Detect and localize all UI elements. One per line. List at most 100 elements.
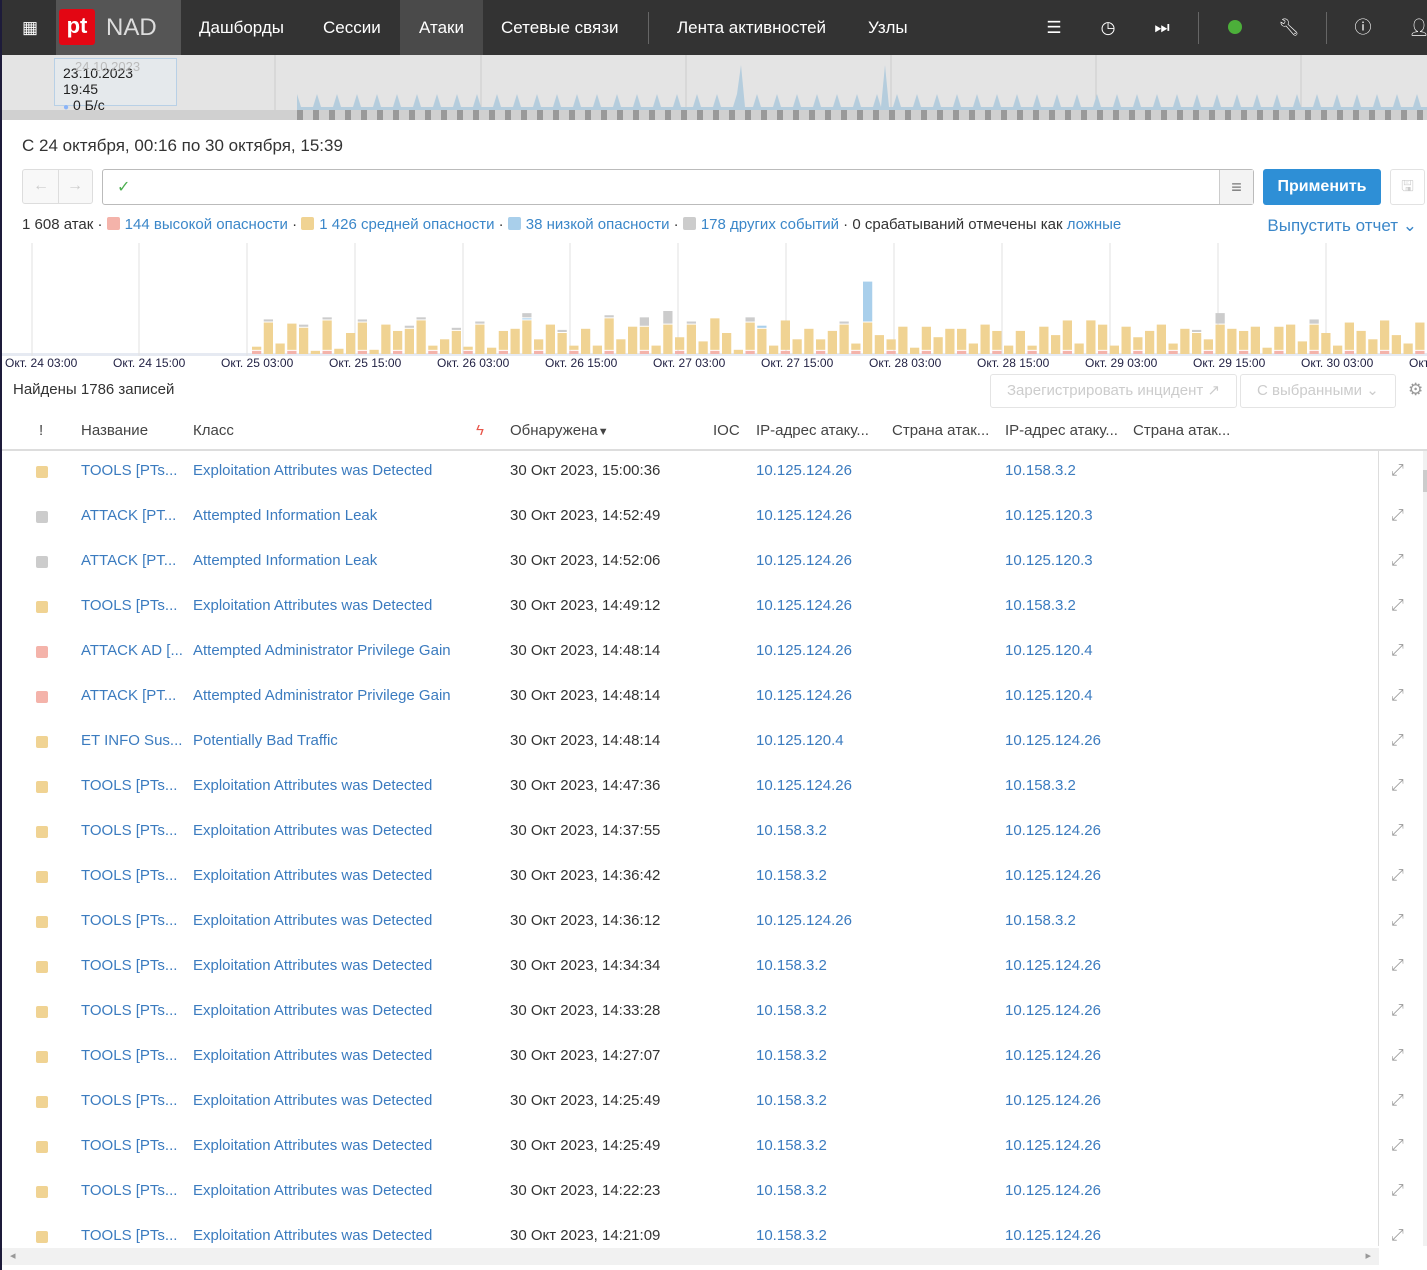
attacks-histogram[interactable] — [2, 243, 1427, 356]
expand-row-icon[interactable]: ⤢ — [1391, 1182, 1404, 1200]
attack-name-link[interactable]: TOOLS [PTs... — [81, 957, 177, 974]
filter-input[interactable]: ✓ ≡ — [102, 169, 1254, 205]
status-indicator-icon[interactable] — [1223, 0, 1247, 55]
medium-link[interactable]: 1 426 средней опасности — [319, 216, 494, 233]
with-selected-dropdown[interactable]: С выбранными ⌄ — [1240, 374, 1396, 408]
register-incident-button[interactable]: Зарегистрировать инцидент ↗ — [990, 374, 1238, 408]
scroll-left-icon[interactable]: ◂ — [10, 1249, 16, 1262]
col-src-ip[interactable]: IP-адрес атаку... — [756, 422, 869, 439]
lightning-icon[interactable]: ϟ — [476, 422, 484, 439]
dst-ip-link[interactable]: 10.158.3.2 — [1005, 462, 1076, 479]
table-row[interactable]: ATTACK [PT... Attempted Information Leak… — [2, 540, 1378, 585]
attack-class-link[interactable]: Exploitation Attributes was Detected — [193, 1002, 432, 1019]
table-row[interactable]: TOOLS [PTs... Exploitation Attributes wa… — [2, 1035, 1378, 1080]
traffic-timeline[interactable] — [2, 55, 1427, 120]
expand-row-icon[interactable]: ⤢ — [1391, 732, 1404, 750]
dst-ip-link[interactable]: 10.125.124.26 — [1005, 1002, 1101, 1019]
expand-row-icon[interactable]: ⤢ — [1391, 957, 1404, 975]
attack-class-link[interactable]: Exploitation Attributes was Detected — [193, 957, 432, 974]
dst-ip-link[interactable]: 10.125.124.26 — [1005, 1182, 1101, 1199]
clock-icon[interactable]: ◷ — [1096, 0, 1120, 55]
low-link[interactable]: 38 низкой опасности — [526, 216, 670, 233]
src-ip-link[interactable]: 10.158.3.2 — [756, 1002, 827, 1019]
attack-class-link[interactable]: Exploitation Attributes was Detected — [193, 1137, 432, 1154]
attack-class-link[interactable]: Attempted Administrator Privilege Gain — [193, 642, 451, 659]
expand-row-icon[interactable]: ⤢ — [1391, 597, 1404, 615]
col-name[interactable]: Название — [81, 422, 148, 439]
attack-class-link[interactable]: Exploitation Attributes was Detected — [193, 1227, 432, 1244]
table-row[interactable]: TOOLS [PTs... Exploitation Attributes wa… — [2, 900, 1378, 945]
src-ip-link[interactable]: 10.158.3.2 — [756, 1182, 827, 1199]
src-ip-link[interactable]: 10.125.124.26 — [756, 912, 852, 929]
expand-row-icon[interactable]: ⤢ — [1391, 1047, 1404, 1065]
table-row[interactable]: TOOLS [PTs... Exploitation Attributes wa… — [2, 810, 1378, 855]
table-row[interactable]: TOOLS [PTs... Exploitation Attributes wa… — [2, 1170, 1378, 1215]
attack-name-link[interactable]: TOOLS [PTs... — [81, 1002, 177, 1019]
dst-ip-link[interactable]: 10.125.120.3 — [1005, 507, 1093, 524]
col-detected[interactable]: Обнаружена▼ — [510, 422, 609, 439]
col-dst-ip[interactable]: IP-адрес атаку... — [1005, 422, 1118, 439]
expand-row-icon[interactable]: ⤢ — [1391, 642, 1404, 660]
dst-ip-link[interactable]: 10.125.120.4 — [1005, 687, 1093, 704]
high-link[interactable]: 144 высокой опасности — [125, 216, 288, 233]
brand-logo[interactable]: pt NAD — [56, 0, 181, 55]
dst-ip-link[interactable]: 10.158.3.2 — [1005, 597, 1076, 614]
attack-name-link[interactable]: ATTACK [PT... — [81, 687, 176, 704]
table-row[interactable]: TOOLS [PTs... Exploitation Attributes wa… — [2, 855, 1378, 900]
src-ip-link[interactable]: 10.158.3.2 — [756, 867, 827, 884]
attack-class-link[interactable]: Attempted Administrator Privilege Gain — [193, 687, 451, 704]
false-positives-link[interactable]: ложные — [1067, 216, 1122, 233]
attack-name-link[interactable]: TOOLS [PTs... — [81, 867, 177, 884]
attack-name-link[interactable]: TOOLS [PTs... — [81, 1227, 177, 1244]
dst-ip-link[interactable]: 10.158.3.2 — [1005, 777, 1076, 794]
scroll-right-icon[interactable]: ▸ — [1365, 1249, 1371, 1262]
dst-ip-link[interactable]: 10.125.120.4 — [1005, 642, 1093, 659]
col-dst-country[interactable]: Страна атак... — [1133, 422, 1230, 439]
other-link[interactable]: 178 других событий — [701, 216, 839, 233]
src-ip-link[interactable]: 10.158.3.2 — [756, 957, 827, 974]
expand-row-icon[interactable]: ⤢ — [1391, 687, 1404, 705]
dst-ip-link[interactable]: 10.125.124.26 — [1005, 867, 1101, 884]
tab-network-links[interactable]: Сетевые связи — [501, 0, 618, 55]
expand-row-icon[interactable]: ⤢ — [1391, 777, 1404, 795]
dst-ip-link[interactable]: 10.125.124.26 — [1005, 1227, 1101, 1244]
attack-name-link[interactable]: TOOLS [PTs... — [81, 777, 177, 794]
table-row[interactable]: TOOLS [PTs... Exploitation Attributes wa… — [2, 585, 1378, 630]
attack-name-link[interactable]: ET INFO Sus... — [81, 732, 182, 749]
table-row[interactable]: ATTACK AD [... Attempted Administrator P… — [2, 630, 1378, 675]
tab-sessions[interactable]: Сессии — [323, 0, 381, 55]
vertical-scroll-thumb[interactable] — [1423, 470, 1427, 492]
expand-row-icon[interactable]: ⤢ — [1391, 462, 1404, 480]
attack-name-link[interactable]: TOOLS [PTs... — [81, 1047, 177, 1064]
attack-class-link[interactable]: Exploitation Attributes was Detected — [193, 777, 432, 794]
settings-gear-icon[interactable]: ⚙ — [1408, 380, 1423, 400]
expand-row-icon[interactable]: ⤢ — [1391, 912, 1404, 930]
src-ip-link[interactable]: 10.125.120.4 — [756, 732, 844, 749]
dst-ip-link[interactable]: 10.125.124.26 — [1005, 822, 1101, 839]
table-row[interactable]: ATTACK [PT... Attempted Information Leak… — [2, 495, 1378, 540]
vertical-scrollbar[interactable] — [1423, 451, 1427, 1246]
table-row[interactable]: ATTACK [PT... Attempted Administrator Pr… — [2, 675, 1378, 720]
attack-name-link[interactable]: TOOLS [PTs... — [81, 1092, 177, 1109]
table-row[interactable]: TOOLS [PTs... Exploitation Attributes wa… — [2, 450, 1378, 495]
table-row[interactable]: TOOLS [PTs... Exploitation Attributes wa… — [2, 765, 1378, 810]
attack-class-link[interactable]: Exploitation Attributes was Detected — [193, 1092, 432, 1109]
attack-name-link[interactable]: TOOLS [PTs... — [81, 1182, 177, 1199]
attack-class-link[interactable]: Exploitation Attributes was Detected — [193, 1182, 432, 1199]
col-class[interactable]: Класс — [193, 422, 234, 439]
user-icon[interactable]: 👤︎ — [1407, 0, 1427, 55]
wrench-icon[interactable]: 🔧︎ — [1277, 0, 1301, 55]
dst-ip-link[interactable]: 10.125.120.3 — [1005, 552, 1093, 569]
tab-dashboards[interactable]: Дашборды — [199, 0, 284, 55]
src-ip-link[interactable]: 10.158.3.2 — [756, 1092, 827, 1109]
expand-row-icon[interactable]: ⤢ — [1391, 822, 1404, 840]
database-icon[interactable]: ☰ — [1042, 0, 1066, 55]
attack-class-link[interactable]: Exploitation Attributes was Detected — [193, 912, 432, 929]
expand-row-icon[interactable]: ⤢ — [1391, 507, 1404, 525]
table-row[interactable]: TOOLS [PTs... Exploitation Attributes wa… — [2, 990, 1378, 1035]
src-ip-link[interactable]: 10.158.3.2 — [756, 1227, 827, 1244]
attack-class-link[interactable]: Attempted Information Leak — [193, 552, 377, 569]
expand-row-icon[interactable]: ⤢ — [1391, 867, 1404, 885]
attack-class-link[interactable]: Exploitation Attributes was Detected — [193, 867, 432, 884]
attack-class-link[interactable]: Potentially Bad Traffic — [193, 732, 338, 749]
